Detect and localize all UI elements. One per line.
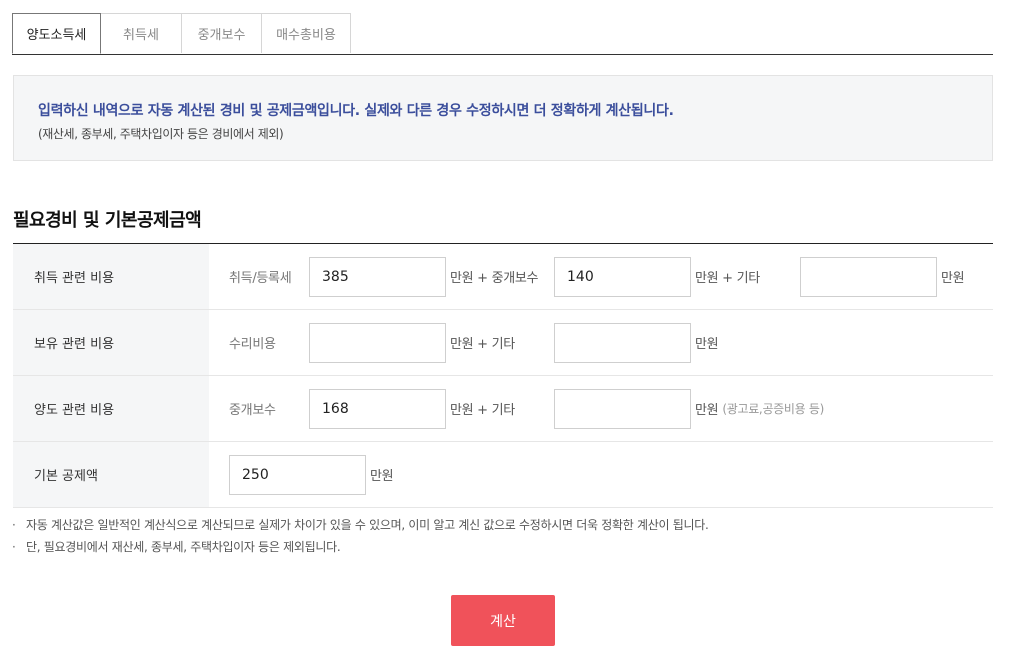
- unit-text: 만원: [370, 469, 394, 484]
- row-basic-deduction: 기본 공제액 만원: [13, 442, 993, 508]
- transfer-brokerage-input[interactable]: [309, 389, 446, 429]
- row-label: 보유 관련 비용: [13, 310, 209, 375]
- row-label: 양도 관련 비용: [13, 376, 209, 441]
- row-holding-cost: 보유 관련 비용 수리비용 만원 + 기타 만원: [13, 310, 993, 376]
- acquisition-brokerage-input[interactable]: [554, 257, 691, 297]
- tab-total-purchase-cost[interactable]: 매수총비용: [261, 13, 351, 53]
- unit-text: 만원 + 기타: [450, 403, 515, 418]
- note-item: 단, 필요경비에서 재산세, 종부세, 주택차입이자 등은 제외됩니다.: [12, 538, 708, 560]
- tab-capital-gains-tax[interactable]: 양도소득세: [12, 13, 101, 54]
- tab-brokerage-fee[interactable]: 중개보수: [181, 13, 262, 53]
- note-item: 자동 계산값은 일반적인 계산식으로 계산되므로 실제가 차이가 있을 수 있으…: [12, 516, 709, 538]
- holding-other-input[interactable]: [554, 323, 691, 363]
- other-cost-hint: (광고료,공증비용 등): [722, 402, 825, 416]
- section-title: 필요경비 및 기본공제금액: [13, 210, 202, 231]
- transfer-other-input[interactable]: [554, 389, 691, 429]
- acquisition-other-input[interactable]: [800, 257, 937, 297]
- unit-text: 만원: [695, 337, 719, 352]
- notice-sub-text: (재산세, 종부세, 주택차입이자 등은 경비에서 제외): [38, 127, 284, 141]
- notice-box: 입력하신 내역으로 자동 계산된 경비 및 공제금액입니다. 실제와 다른 경우…: [13, 75, 993, 161]
- tab-bar: 양도소득세 취득세 중개보수 매수총비용: [12, 13, 993, 55]
- acquisition-tax-input[interactable]: [309, 257, 446, 297]
- page: 양도소득세 취득세 중개보수 매수총비용 입력하신 내역으로 자동 계산된 경비…: [0, 0, 1017, 662]
- unit-text: 만원: [941, 271, 965, 286]
- field-label-acquisition-registration-tax: 취득/등록세: [229, 271, 292, 286]
- unit-with-hint: 만원 (광고료,공증비용 등): [695, 376, 824, 441]
- notes-list: 자동 계산값은 일반적인 계산식으로 계산되므로 실제가 차이가 있을 수 있으…: [12, 516, 709, 560]
- expense-form-table: 취득 관련 비용 취득/등록세 만원 + 중개보수 만원 + 기타 만원 보유 …: [13, 243, 993, 508]
- unit-text: 만원: [695, 403, 719, 418]
- unit-text: 만원 + 기타: [695, 271, 760, 286]
- tab-acquisition-tax[interactable]: 취득세: [100, 13, 182, 53]
- unit-text: 만원 + 기타: [450, 337, 515, 352]
- row-label: 취득 관련 비용: [13, 244, 209, 309]
- calculate-button[interactable]: 계산: [451, 595, 555, 646]
- row-transfer-cost: 양도 관련 비용 중개보수 만원 + 기타 만원 (광고료,공증비용 등): [13, 376, 993, 442]
- unit-text: 만원 + 중개보수: [450, 271, 539, 286]
- repair-cost-input[interactable]: [309, 323, 446, 363]
- row-acquisition-cost: 취득 관련 비용 취득/등록세 만원 + 중개보수 만원 + 기타 만원: [13, 244, 993, 310]
- row-label: 기본 공제액: [13, 442, 209, 507]
- field-label-brokerage-fee: 중개보수: [229, 403, 276, 418]
- notice-main-text: 입력하신 내역으로 자동 계산된 경비 및 공제금액입니다. 실제와 다른 경우…: [38, 103, 674, 119]
- basic-deduction-input[interactable]: [229, 455, 366, 495]
- field-label-repair-cost: 수리비용: [229, 337, 276, 352]
